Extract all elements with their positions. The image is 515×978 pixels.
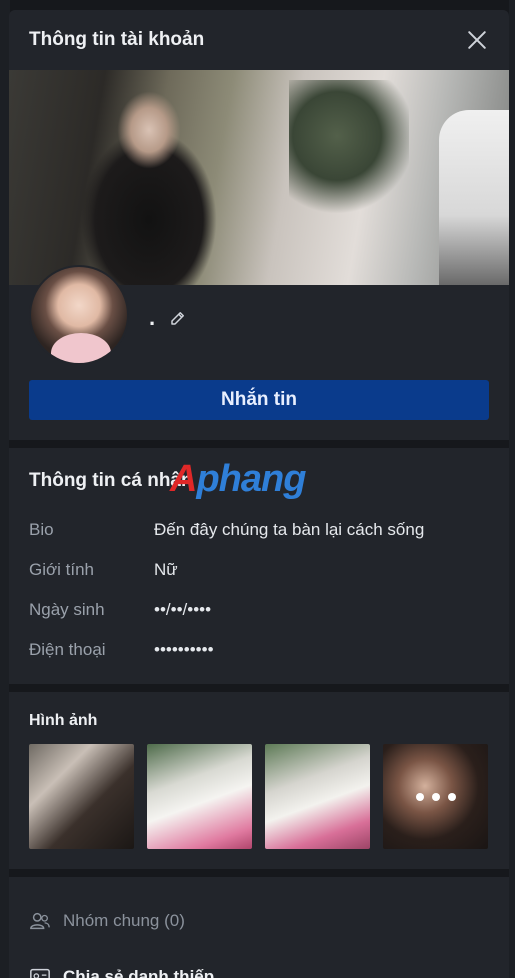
background-right	[509, 0, 515, 978]
photo-grid	[9, 744, 509, 849]
photo-thumbnail[interactable]	[147, 744, 252, 849]
section-divider	[9, 869, 509, 877]
cover-photo[interactable]	[9, 70, 509, 285]
users-icon	[30, 912, 50, 930]
info-row-phone: Điện thoại ••••••••••	[29, 630, 489, 670]
info-label: Giới tính	[29, 560, 95, 579]
display-name: .	[149, 305, 156, 330]
more-dots-icon	[383, 744, 488, 849]
info-value: Nữ	[154, 560, 178, 579]
watermark-logo: Aphang	[170, 458, 306, 501]
cover-person-image	[69, 70, 229, 285]
info-label: Bio	[29, 520, 54, 539]
photo-thumbnail-more[interactable]	[383, 744, 488, 849]
dialog-title: Thông tin tài khoản	[29, 29, 205, 50]
info-label: Ngày sinh	[29, 600, 105, 619]
watermark-part-1: A	[170, 458, 197, 500]
photo-thumbnail[interactable]	[29, 744, 134, 849]
cover-tree-image	[289, 80, 409, 220]
info-value: Đến đây chúng ta bàn lại cách sống	[154, 520, 425, 539]
watermark-part-2: phang	[196, 458, 306, 500]
info-value: ••/••/••••	[154, 600, 212, 619]
photo-thumbnail[interactable]	[265, 744, 370, 849]
info-row-birthday: Ngày sinh ••/••/••••	[29, 590, 489, 630]
contact-card-icon	[30, 968, 50, 978]
section-divider	[9, 684, 509, 692]
avatar-dress	[51, 333, 111, 363]
cover-car-image	[439, 110, 509, 285]
photos-title: Hình ảnh	[29, 712, 98, 729]
close-icon[interactable]	[465, 28, 489, 52]
name-row: .	[149, 305, 187, 331]
info-row-gender: Giới tính Nữ	[29, 550, 489, 590]
common-groups-label: Nhóm chung (0)	[63, 911, 185, 930]
common-groups-row[interactable]: Nhóm chung (0)	[9, 893, 509, 949]
info-row-bio: Bio Đến đây chúng ta bàn lại cách sống	[29, 510, 489, 550]
info-value: ••••••••••	[154, 640, 214, 659]
message-button[interactable]: Nhắn tin	[29, 380, 489, 420]
pencil-icon[interactable]	[169, 309, 187, 327]
avatar[interactable]	[29, 265, 129, 365]
section-divider	[9, 440, 509, 448]
share-card-label: Chia sẻ danh thiếp	[63, 967, 215, 978]
profile-row: .	[9, 265, 509, 375]
share-card-row[interactable]: Chia sẻ danh thiếp	[9, 949, 509, 978]
dialog-header: Thông tin tài khoản	[9, 10, 509, 70]
info-label: Điện thoại	[29, 640, 106, 659]
